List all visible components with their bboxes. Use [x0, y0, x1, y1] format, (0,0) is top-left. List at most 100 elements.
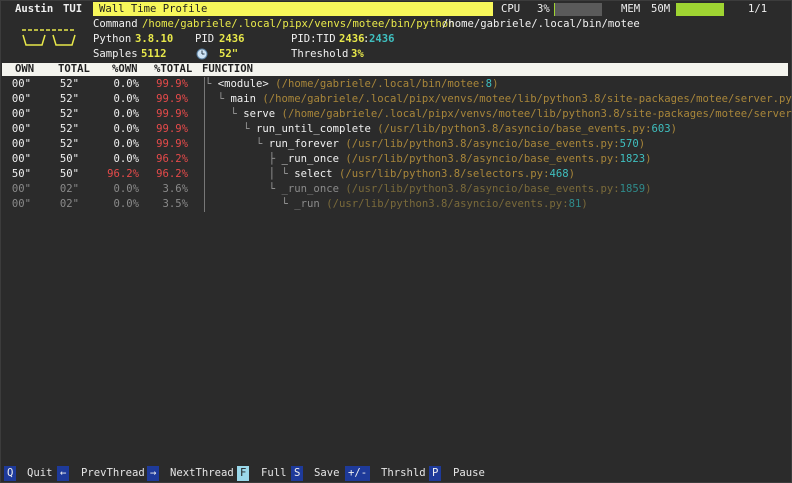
cpu-value: 3% — [537, 3, 550, 15]
key-prevthread-button[interactable]: ← — [57, 466, 70, 481]
key-nextthread-button[interactable]: → — [147, 466, 160, 481]
table-row[interactable]: 00" 52" 0.0% 99.9% └ run_until_complete (/u… — [1, 122, 791, 137]
source-path: /home/gabriele/.local/pipx/venvs/motee/l… — [268, 93, 792, 105]
cell-own-percent: 0.0% — [113, 198, 139, 210]
cell-total: 02" — [59, 198, 79, 210]
cell-own: 00" — [11, 78, 31, 90]
cell-function: └ serve (/home/gabriele/.local/pipx/venv… — [205, 107, 792, 122]
col-function[interactable]: FUNCTION — [202, 63, 253, 76]
cell-function: └ <module> (/home/gabriele/.local/bin/mo… — [205, 77, 498, 92]
table-row[interactable]: 00" 50" 0.0% 96.2% ├ _run_once (/usr/lib/py… — [1, 152, 791, 167]
key-thrshld-label: Thrshld — [381, 467, 426, 479]
table-row[interactable]: 00" 02" 0.0% 3.5% └ _run (/usr/lib/python3.… — [1, 197, 791, 212]
paren-open: ( — [338, 153, 352, 165]
footer-keybar: Q Quit ← PrevThread → NextThread F Full S Save +/-… — [1, 466, 792, 481]
key-full-label: Full — [261, 467, 287, 479]
cell-own-percent: 96.2% — [107, 168, 139, 180]
col-own[interactable]: OWN — [15, 63, 34, 76]
samples-label: Samples — [93, 48, 138, 60]
col-total-percent[interactable]: %TOTAL — [154, 63, 192, 76]
source-path: /usr/lib/python3.8/asyncio/base_events.p… — [383, 123, 646, 135]
source-path: /usr/lib/python3.8/selectors.py — [345, 168, 544, 180]
cell-own-percent: 0.0% — [113, 93, 139, 105]
table-header: OWN TOTAL %OWN %TOTAL FUNCTION — [2, 63, 788, 76]
cell-total-percent: 99.9% — [156, 78, 188, 90]
key-full-button[interactable]: F — [237, 466, 250, 481]
table-row[interactable]: 00" 52" 0.0% 99.9% └ main (/home/gabriele/.… — [1, 92, 792, 107]
cell-total-percent: 99.9% — [156, 123, 188, 135]
paren-close: ) — [638, 138, 646, 150]
key-nextthread-label: NextThread — [170, 467, 234, 479]
key-thrshld-button[interactable]: +/- — [345, 466, 371, 481]
key-pause-button[interactable]: P — [429, 466, 442, 481]
paren-close: ) — [670, 123, 678, 135]
mem-usage-bar — [676, 3, 724, 16]
table-row[interactable]: 50" 50" 96.2% 96.2% │ └ select (/usr/lib/py… — [1, 167, 791, 182]
cell-own: 50" — [11, 168, 31, 180]
tree-branch: └ — [205, 138, 269, 150]
cell-total: 52" — [59, 78, 79, 90]
line-number: 1859 — [619, 183, 646, 195]
source-path: /usr/lib/python3.8/asyncio/base_events.p… — [351, 183, 614, 195]
cell-own-percent: 0.0% — [113, 183, 139, 195]
table-row[interactable]: 00" 52" 0.0% 99.9% └ run_forever (/usr/lib/… — [1, 137, 791, 152]
table-row[interactable]: 00" 52" 0.0% 99.9% └ serve (/home/gabriele/… — [1, 107, 792, 122]
cell-own: 00" — [11, 153, 31, 165]
cell-own: 00" — [11, 198, 31, 210]
source-path: /usr/lib/python3.8/asyncio/events.py — [332, 198, 563, 210]
source-path: /home/gabriele/.local/pipx/venvs/motee/l… — [287, 108, 792, 120]
function-name: _run — [294, 198, 320, 210]
paren-close: ) — [645, 183, 652, 195]
paren-open: ( — [332, 168, 346, 180]
command-path: /home/gabriele/.local/pipx/venvs/motee/b… — [142, 18, 455, 30]
cell-own: 00" — [11, 93, 31, 105]
cell-total: 52" — [59, 138, 79, 150]
tree-branch: └ — [205, 198, 295, 210]
table-row[interactable]: 00" 52" 0.0% 99.9% └ <module> (/home/gabriel… — [1, 77, 791, 92]
key-pause-label: Pause — [453, 467, 485, 479]
cell-function: └ main (/home/gabriele/.local/pipx/venvs… — [205, 92, 792, 107]
cell-total-percent: 96.2% — [156, 168, 188, 180]
cell-total-percent: 3.5% — [162, 198, 188, 210]
profile-mode-label: Wall Time Profile — [99, 3, 208, 15]
function-name: _run_once — [281, 183, 339, 195]
tree-branch: └ — [205, 78, 218, 90]
key-save-button[interactable]: S — [291, 466, 304, 481]
cpu-label: CPU — [501, 3, 521, 15]
paren-open: ( — [338, 138, 352, 150]
cell-total-percent: 3.6% — [162, 183, 188, 195]
threshold-value: 3% — [351, 48, 364, 60]
app-name: Austin — [15, 3, 54, 15]
cell-total-percent: 99.9% — [156, 93, 188, 105]
function-name: run_forever — [268, 138, 339, 150]
line-number: 468 — [549, 168, 569, 180]
function-name: select — [294, 168, 333, 180]
paren-close: ) — [568, 168, 575, 180]
mem-usage-fill — [676, 3, 724, 16]
line-number: 570 — [619, 138, 639, 150]
pid-label: PID — [195, 33, 215, 45]
paren-open: ( — [338, 183, 352, 195]
paren-close: ) — [645, 153, 652, 165]
tree-branch: └ — [205, 183, 282, 195]
threshold-label: Threshold — [291, 48, 349, 60]
paren-open: ( — [256, 93, 269, 105]
command-label: Command — [93, 18, 138, 30]
paren-close: ) — [581, 198, 588, 210]
table-row[interactable]: 00" 02" 0.0% 3.6% └ _run_once (/usr/lib/pyt… — [1, 182, 791, 197]
line-number: 81 — [568, 198, 582, 210]
app-suffix: TUI — [63, 3, 83, 15]
paren-open: ( — [319, 198, 333, 210]
terminal-window: Austin TUI Wall Time Profile CPU 3% MEM … — [0, 0, 792, 483]
source-path: /usr/lib/python3.8/asyncio/base_events.p… — [351, 153, 614, 165]
mem-value: 50M — [651, 3, 671, 15]
col-own-percent[interactable]: %OWN — [112, 63, 138, 76]
paren-open: ( — [370, 123, 384, 135]
clock-icon — [196, 48, 208, 60]
col-total[interactable]: TOTAL — [58, 63, 90, 76]
key-quit-button[interactable]: Q — [4, 466, 17, 481]
cell-total-percent: 99.9% — [156, 138, 188, 150]
function-name: _run_once — [281, 153, 339, 165]
tree-branch: │ └ — [205, 168, 295, 180]
cell-function: ├ _run_once (/usr/lib/python3.8/asyncio/… — [205, 152, 652, 167]
